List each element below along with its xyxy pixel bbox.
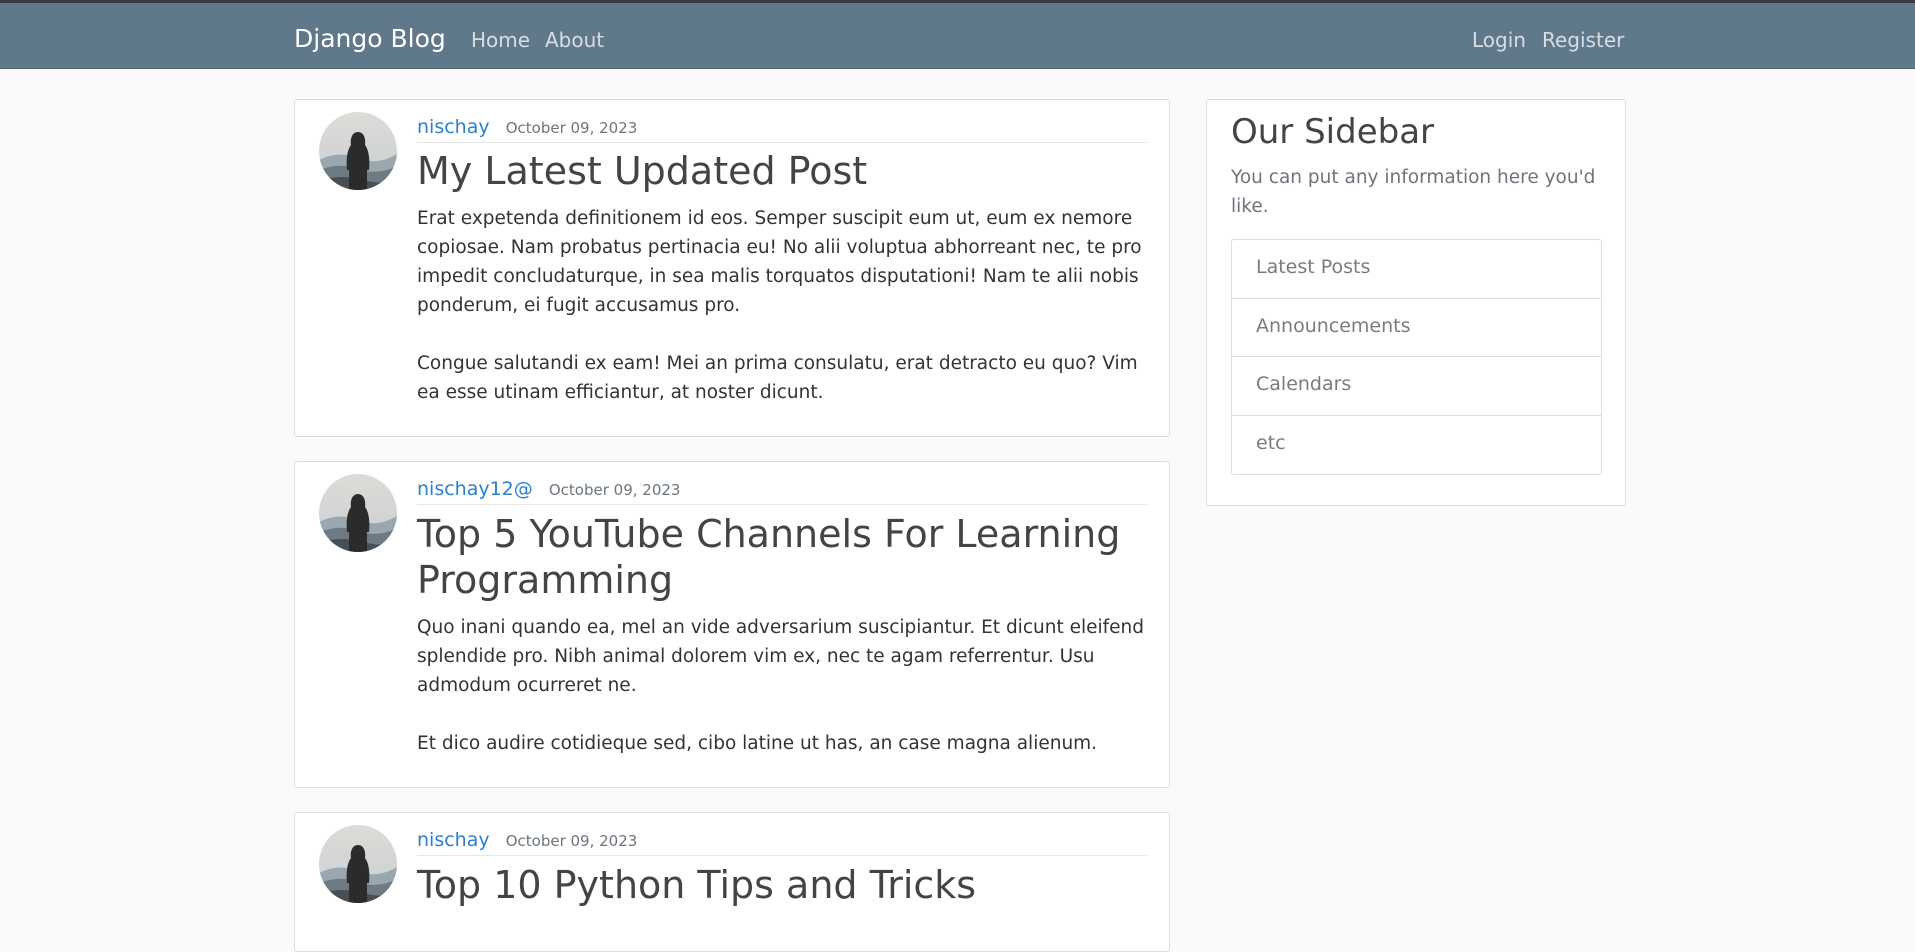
sidebar-list: Latest Posts Announcements Calendars etc bbox=[1231, 239, 1602, 475]
nav-login-link[interactable]: Login bbox=[1472, 28, 1526, 52]
sidebar-item-announcements[interactable]: Announcements bbox=[1232, 299, 1601, 357]
sidebar-description: You can put any information here you'd l… bbox=[1231, 167, 1596, 217]
author-avatar bbox=[319, 474, 397, 552]
nav-about-link[interactable]: About bbox=[545, 28, 604, 52]
post-meta: nischay12@ October 09, 2023 bbox=[417, 478, 1147, 505]
post-date: October 09, 2023 bbox=[505, 119, 638, 137]
nav-home-link[interactable]: Home bbox=[471, 28, 530, 52]
author-avatar bbox=[319, 825, 397, 903]
post-card: nischay12@ October 09, 2023 Top 5 YouTub… bbox=[294, 461, 1170, 788]
post-content: Quo inani quando ea, mel an vide adversa… bbox=[417, 617, 1144, 754]
post-meta: nischay October 09, 2023 bbox=[417, 829, 1147, 856]
sidebar-title: Our Sidebar bbox=[1231, 112, 1435, 152]
nav-register-link[interactable]: Register bbox=[1542, 28, 1624, 52]
post-date: October 09, 2023 bbox=[505, 832, 638, 850]
brand-link[interactable]: Django Blog bbox=[294, 24, 446, 53]
author-link[interactable]: nischay12@ bbox=[417, 478, 533, 500]
sidebar-item-etc[interactable]: etc bbox=[1232, 416, 1601, 475]
author-avatar bbox=[319, 112, 397, 190]
sidebar-item-calendars[interactable]: Calendars bbox=[1232, 357, 1601, 416]
author-link[interactable]: nischay bbox=[417, 829, 490, 851]
post-title-link[interactable]: Top 10 Python Tips and Tricks bbox=[417, 862, 1147, 908]
post-title-link[interactable]: My Latest Updated Post bbox=[417, 148, 1147, 194]
navbar: Django Blog Home About Login Register bbox=[0, 3, 1915, 69]
author-link[interactable]: nischay bbox=[417, 116, 490, 138]
post-content: Erat expetenda definitionem id eos. Semp… bbox=[417, 208, 1142, 403]
post-date: October 09, 2023 bbox=[548, 481, 681, 499]
post-card: nischay October 09, 2023 Top 10 Python T… bbox=[294, 812, 1170, 952]
post-meta: nischay October 09, 2023 bbox=[417, 116, 1147, 143]
sidebar-item-latest-posts[interactable]: Latest Posts bbox=[1232, 240, 1601, 299]
avatar-image bbox=[319, 112, 397, 190]
avatar-image bbox=[319, 474, 397, 552]
sidebar: Our Sidebar You can put any information … bbox=[1206, 99, 1626, 506]
post-card: nischay October 09, 2023 My Latest Updat… bbox=[294, 99, 1170, 437]
post-title-link[interactable]: Top 5 YouTube Channels For Learning Prog… bbox=[417, 511, 1147, 603]
avatar-image bbox=[319, 825, 397, 903]
